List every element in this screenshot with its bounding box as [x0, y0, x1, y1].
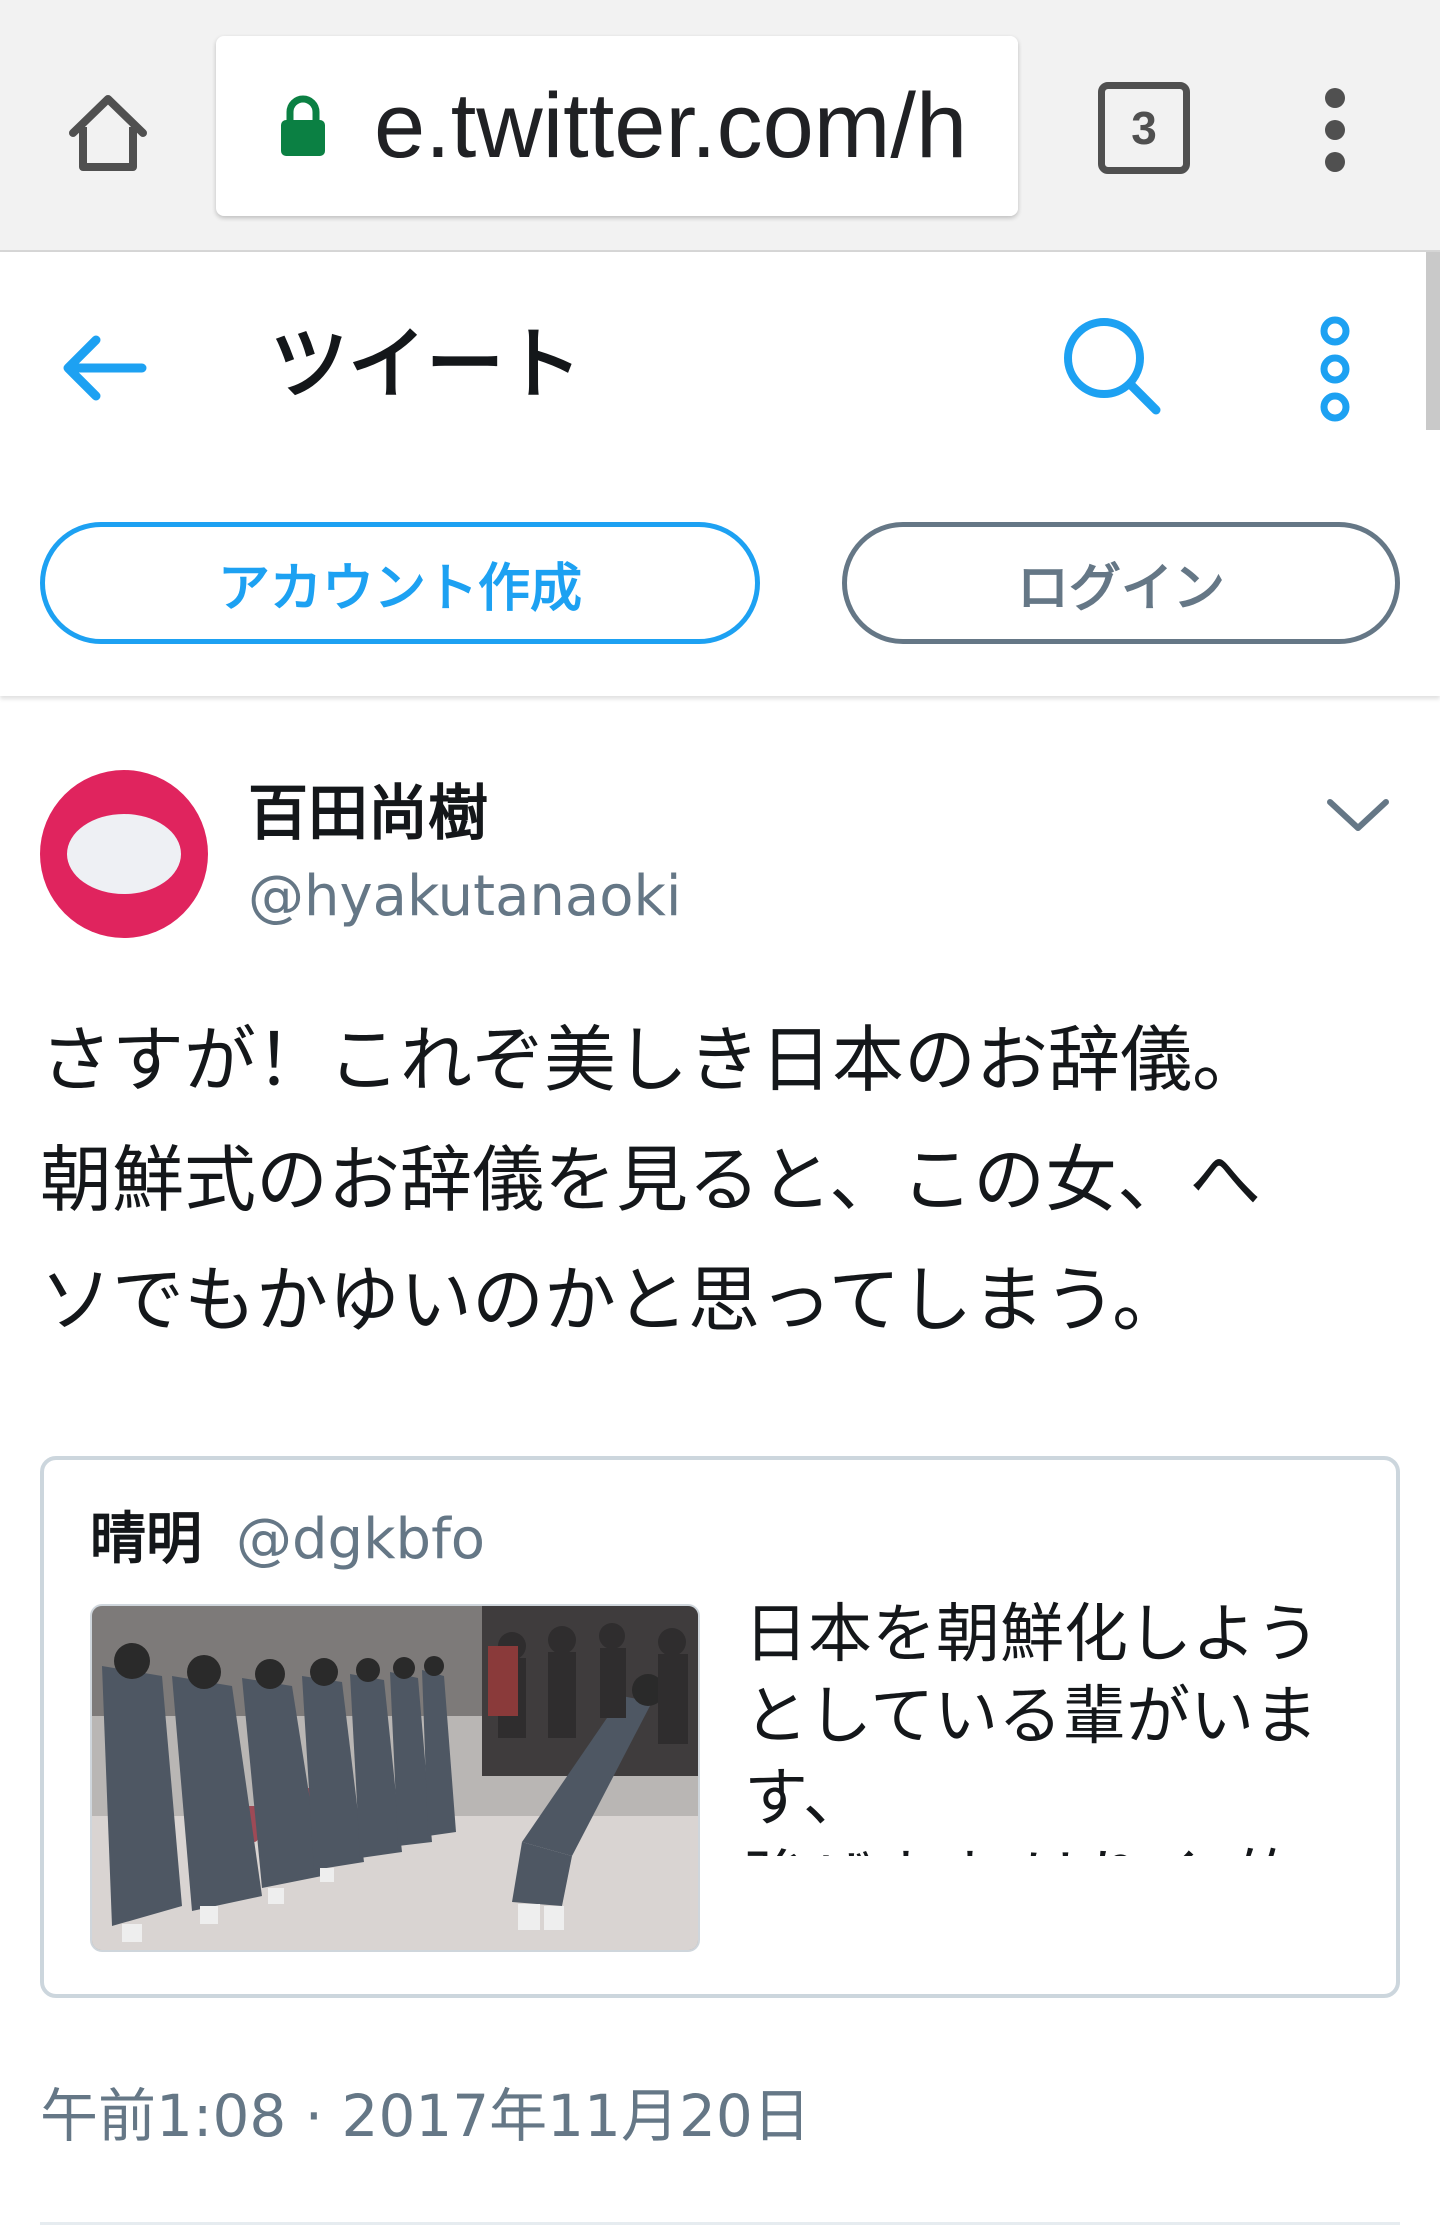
url-fade [958, 36, 1018, 216]
quoted-tweet-text: 日本を朝鮮化しよう としている輩がいま す、 強ぜまま はりく 的性 [744, 1598, 1320, 1856]
chevron-down-icon [1327, 799, 1389, 831]
tab-count: 3 [1131, 102, 1157, 154]
home-icon [69, 95, 147, 171]
tweet-timestamp[interactable]: 午前1:08 · 2017年11月20日 [40, 2074, 811, 2158]
twitter-header: ツイート アカウント作成 ログイン [0, 252, 1440, 696]
arrow-left-icon [63, 335, 147, 401]
quoted-author-name: 晴明 [90, 1507, 202, 1572]
author-name[interactable]: 百田尚樹 [248, 772, 488, 856]
divider [40, 2222, 1400, 2225]
lock-icon [281, 95, 325, 156]
search-button[interactable] [1058, 312, 1164, 418]
vertical-dots-icon [1325, 88, 1345, 172]
create-account-button[interactable]: アカウント作成 [40, 522, 760, 644]
browser-menu-button[interactable] [1310, 82, 1360, 182]
browser-toolbar: e.twitter.com/h 3 [0, 0, 1440, 252]
search-icon [1064, 318, 1161, 415]
back-button[interactable] [56, 318, 156, 418]
tweet-text: さすが！これぞ美しき日本のお辞儀。 朝鮮式のお辞儀を見ると、この女、へ ソでもか… [40, 1018, 1265, 1342]
scrollbar[interactable] [1426, 252, 1440, 430]
url-text: e.twitter.com/h [374, 75, 968, 177]
quoted-author-handle: @dgkbfo [236, 1507, 486, 1572]
address-bar[interactable]: e.twitter.com/h [216, 36, 1018, 216]
page-title: ツイート [270, 320, 583, 410]
home-button[interactable] [58, 82, 158, 182]
bowing-students-photo [92, 1606, 698, 1950]
quoted-tweet-card[interactable]: 晴明 @dgkbfo 日本を朝鮮化しよう としている輩がいま す、 [40, 1456, 1400, 1998]
tweet-options-button[interactable] [1318, 786, 1398, 846]
more-options-button[interactable] [1310, 314, 1360, 424]
tab-switcher-button[interactable]: 3 [1098, 82, 1190, 174]
quoted-tweet-photo[interactable] [90, 1604, 700, 1952]
avatar[interactable] [40, 770, 208, 938]
author-handle[interactable]: @hyakutanaoki [248, 858, 681, 936]
avatar-image [67, 814, 181, 894]
vertical-dots-icon [1320, 316, 1350, 422]
login-button[interactable]: ログイン [842, 522, 1400, 644]
